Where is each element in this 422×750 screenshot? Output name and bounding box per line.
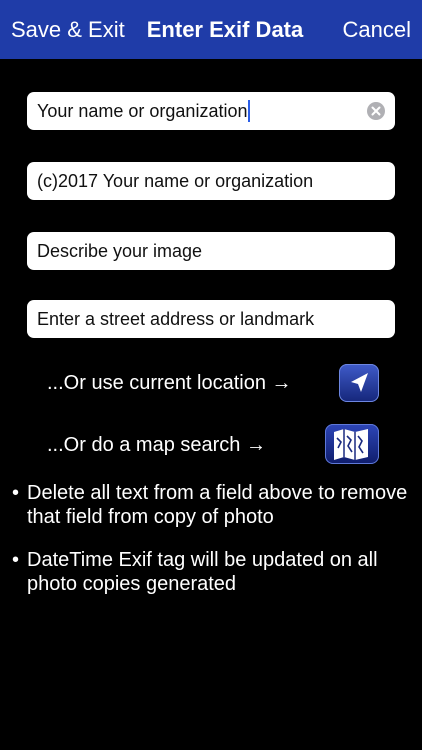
cancel-button[interactable]: Cancel: [343, 16, 411, 44]
map-search-label: ...Or do a map search →: [47, 434, 266, 456]
navigation-bar: Save & Exit Enter Exif Data Cancel: [0, 0, 422, 59]
description-field[interactable]: Describe your image: [27, 232, 395, 270]
text-caret: [248, 100, 251, 122]
note-item: • Delete all text from a field above to …: [12, 481, 412, 529]
clear-circle-icon[interactable]: [367, 102, 385, 120]
map-icon[interactable]: [325, 424, 379, 464]
address-field-value: Enter a street address or landmark: [37, 309, 315, 329]
description-field-value: Describe your image: [37, 241, 203, 261]
copyright-field-value: (c)2017 Your name or organization: [37, 171, 314, 191]
author-field-text: Your name or organization: [37, 100, 251, 122]
bullet-icon: •: [12, 549, 20, 571]
note-text: DateTime Exif tag will be updated on all…: [27, 549, 378, 595]
author-field-value: Your name or organization: [37, 101, 248, 121]
bullet-icon: •: [12, 482, 20, 504]
note-item: • DateTime Exif tag will be updated on a…: [12, 548, 412, 596]
note-text: Delete all text from a field above to re…: [27, 482, 408, 528]
location-arrow-icon[interactable]: [339, 364, 379, 402]
author-field[interactable]: Your name or organization: [27, 92, 395, 130]
save-exit-button[interactable]: Save & Exit: [11, 16, 125, 44]
address-field[interactable]: Enter a street address or landmark: [27, 300, 395, 338]
copyright-field[interactable]: (c)2017 Your name or organization: [27, 162, 395, 200]
current-location-label: ...Or use current location →: [47, 372, 292, 394]
